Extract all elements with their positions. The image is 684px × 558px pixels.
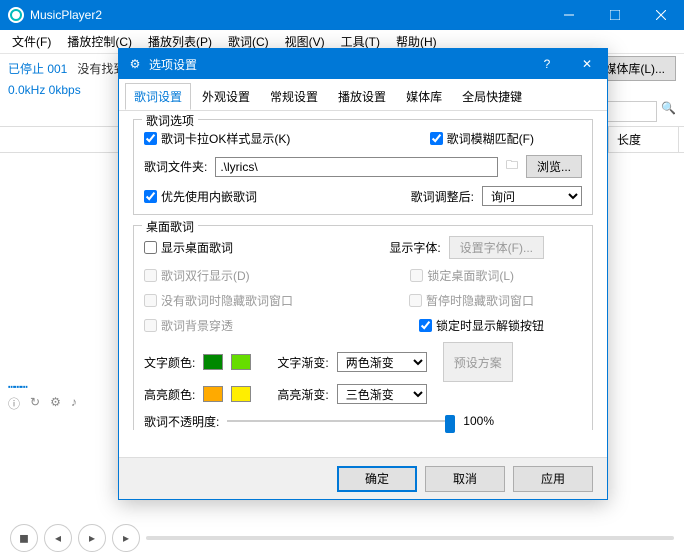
- font-label: 显示字体:: [389, 239, 440, 256]
- apply-button[interactable]: 应用: [513, 466, 593, 492]
- folder-icon[interactable]: 🗀: [506, 156, 518, 177]
- lock-checkbox[interactable]: 锁定桌面歌词(L): [410, 267, 514, 284]
- text-grad-select[interactable]: 两色渐变: [337, 352, 427, 372]
- tab-hotkeys[interactable]: 全局快捷键: [453, 83, 531, 110]
- show-desktop-checkbox[interactable]: 显示桌面歌词: [144, 239, 233, 256]
- tab-playback[interactable]: 播放设置: [329, 83, 395, 110]
- lyrics-folder-input[interactable]: [215, 157, 498, 177]
- adjust-select[interactable]: 询问: [482, 186, 582, 206]
- player-controls: ◼ ◂ ▸ ▸: [0, 524, 684, 552]
- text-grad-label: 文字渐变:: [277, 354, 328, 371]
- embed-checkbox[interactable]: 优先使用内嵌歌词: [144, 188, 257, 205]
- loop-icon[interactable]: ↻: [30, 395, 40, 412]
- app-icon: [8, 7, 24, 23]
- twoline-checkbox[interactable]: 歌词双行显示(D): [144, 267, 250, 284]
- bgtrans-checkbox[interactable]: 歌词背景穿透: [144, 317, 233, 334]
- dialog-buttons: 确定 取消 应用: [119, 457, 607, 499]
- hilite-color-label: 高亮颜色:: [144, 386, 195, 403]
- cancel-button[interactable]: 取消: [425, 466, 505, 492]
- col-length[interactable]: 长度: [609, 127, 679, 152]
- text-color-2[interactable]: [231, 354, 251, 370]
- font-button[interactable]: 设置字体(F)...: [449, 236, 544, 259]
- dialog-tabs: 歌词设置 外观设置 常规设置 播放设置 媒体库 全局快捷键: [119, 79, 607, 111]
- next-button[interactable]: ▸: [112, 524, 140, 552]
- hide-pause-checkbox[interactable]: 暂停时隐藏歌词窗口: [409, 292, 534, 309]
- side-icons: ┅┅┅ ⓘ ↻ ⚙ ♪: [8, 395, 77, 412]
- tab-library[interactable]: 媒体库: [397, 83, 451, 110]
- tab-general[interactable]: 常规设置: [261, 83, 327, 110]
- dialog-title: 选项设置: [149, 56, 527, 73]
- group2-legend: 桌面歌词: [142, 218, 198, 235]
- lyrics-options-group: 歌词选项 歌词卡拉OK样式显示(K) 歌词模糊匹配(F) 歌词文件夹: 🗀 浏览…: [133, 119, 593, 215]
- browse-button[interactable]: 浏览...: [526, 155, 582, 178]
- app-title: MusicPlayer2: [30, 8, 546, 22]
- options-dialog: ⚙ 选项设置 ? ✕ 歌词设置 外观设置 常规设置 播放设置 媒体库 全局快捷键…: [118, 48, 608, 500]
- stop-button[interactable]: ◼: [10, 524, 38, 552]
- info-icon[interactable]: ⓘ: [8, 395, 20, 412]
- preset-button[interactable]: 预设方案: [443, 342, 513, 382]
- karaoke-checkbox[interactable]: 歌词卡拉OK样式显示(K): [144, 130, 290, 147]
- maximize-button[interactable]: [592, 0, 638, 30]
- folder-label: 歌词文件夹:: [144, 158, 207, 175]
- dialog-titlebar: ⚙ 选项设置 ? ✕: [119, 49, 607, 79]
- settings-icon[interactable]: ⚙: [50, 395, 61, 412]
- text-color-1[interactable]: [203, 354, 223, 370]
- play-button[interactable]: ▸: [78, 524, 106, 552]
- tab-appearance[interactable]: 外观设置: [193, 83, 259, 110]
- status-stopped: 已停止 001: [8, 60, 67, 77]
- close-button[interactable]: [638, 0, 684, 30]
- search-icon[interactable]: 🔍: [661, 101, 676, 122]
- ok-button[interactable]: 确定: [337, 466, 417, 492]
- group1-legend: 歌词选项: [142, 112, 198, 129]
- dialog-body: 歌词选项 歌词卡拉OK样式显示(K) 歌词模糊匹配(F) 歌词文件夹: 🗀 浏览…: [119, 111, 607, 461]
- opacity-value: 100%: [463, 414, 494, 428]
- hilite-color-1[interactable]: [203, 386, 223, 402]
- progress-bar[interactable]: [146, 536, 674, 540]
- text-color-label: 文字颜色:: [144, 354, 195, 371]
- tab-lyrics[interactable]: 歌词设置: [125, 83, 191, 110]
- hide-none-checkbox[interactable]: 没有歌词时隐藏歌词窗口: [144, 292, 293, 309]
- hilite-grad-select[interactable]: 三色渐变: [337, 384, 427, 404]
- hilite-color-2[interactable]: [231, 386, 251, 402]
- opacity-slider[interactable]: [227, 412, 455, 430]
- showlock-checkbox[interactable]: 锁定时显示解锁按钮: [419, 317, 544, 334]
- desktop-lyrics-group: 桌面歌词 显示桌面歌词 显示字体: 设置字体(F)... 歌词双行显示(D) 锁…: [133, 225, 593, 430]
- minimize-button[interactable]: [546, 0, 592, 30]
- menu-file[interactable]: 文件(F): [4, 30, 59, 53]
- dialog-close-button[interactable]: ✕: [567, 49, 607, 79]
- fuzzy-checkbox[interactable]: 歌词模糊匹配(F): [430, 130, 534, 147]
- visualizer-icon: ┅┅┅: [8, 380, 27, 394]
- adjust-label: 歌词调整后:: [411, 188, 474, 205]
- opacity-label: 歌词不透明度:: [144, 413, 219, 430]
- gear-icon: ⚙: [127, 56, 143, 72]
- eq-icon[interactable]: ♪: [71, 395, 77, 412]
- dialog-help-button[interactable]: ?: [527, 49, 567, 79]
- main-titlebar: MusicPlayer2: [0, 0, 684, 30]
- hilite-grad-label: 高亮渐变:: [277, 386, 328, 403]
- prev-button[interactable]: ◂: [44, 524, 72, 552]
